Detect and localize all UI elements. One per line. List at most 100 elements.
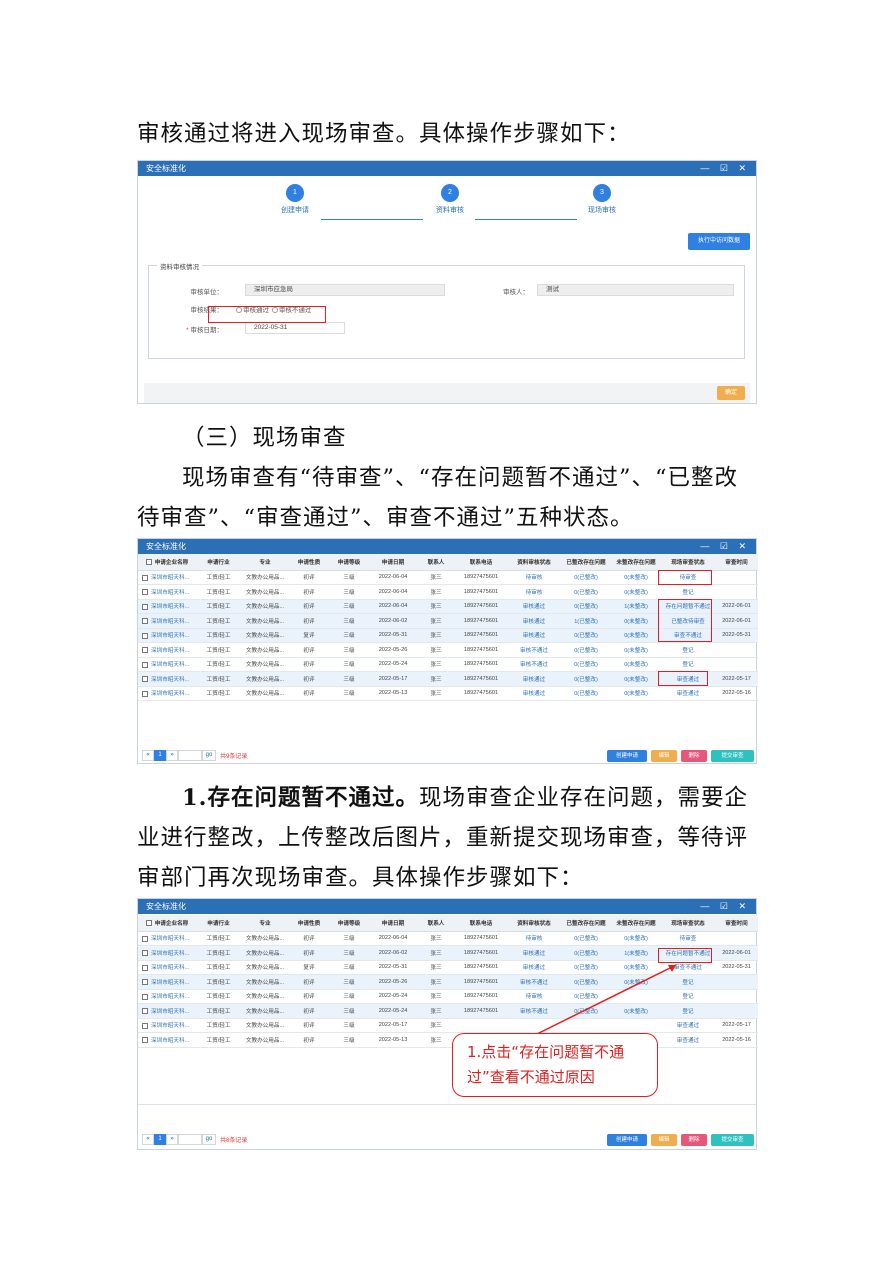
table-cell[interactable]: 审核不通过: [507, 642, 561, 658]
table-cell[interactable]: 0(已整改): [561, 628, 611, 643]
create-button[interactable]: 创建申请: [607, 1134, 647, 1146]
table-cell[interactable]: 审核通过: [507, 686, 561, 701]
auditor-field[interactable]: 测试: [537, 284, 734, 296]
table-row[interactable]: 深圳市昭天科... 工贸/轻工 文教办公用品... 初评 三级 2022-06-04 张三 1…: [138, 584, 758, 600]
table-cell[interactable]: 0(已整改): [561, 599, 611, 614]
row-checkbox[interactable]: [142, 950, 148, 957]
table-row[interactable]: 深圳市昭天科... 工贸/轻工 文教办公用品... 初评 三级 2022-05-24 张三 1…: [138, 657, 758, 672]
pager-input[interactable]: [178, 1133, 202, 1145]
row-checkbox[interactable]: [142, 618, 148, 625]
row-checkbox[interactable]: [142, 964, 148, 971]
table-cell[interactable]: 审核通过: [507, 599, 561, 614]
table-cell[interactable]: 登记: [661, 657, 715, 672]
table-cell[interactable]: 0(已整改): [561, 570, 611, 585]
table-cell[interactable]: 0(未整改): [611, 570, 661, 585]
row-checkbox[interactable]: [142, 661, 148, 668]
step-onsite[interactable]: 3 现场审核: [572, 184, 632, 215]
table-cell[interactable]: 深圳市昭天科...: [138, 599, 196, 614]
pager-next[interactable]: »: [166, 1133, 178, 1145]
table-cell[interactable]: 0(未整改): [611, 931, 661, 946]
step-create[interactable]: 1 创建申请: [265, 184, 325, 215]
table-cell[interactable]: 审核通过: [507, 671, 561, 687]
table-cell[interactable]: 深圳市昭天科...: [138, 931, 196, 946]
table-row[interactable]: 深圳市昭天科... 工贸/轻工 文教办公用品... 初评 三级 2022-06-04 张三 1…: [138, 931, 758, 946]
table-cell[interactable]: 0(未整改): [611, 671, 661, 687]
row-checkbox[interactable]: [142, 993, 148, 1000]
row-checkbox[interactable]: [142, 647, 148, 654]
table-cell[interactable]: 审查通过: [661, 686, 715, 701]
select-all-checkbox[interactable]: [145, 559, 152, 566]
row-checkbox[interactable]: [142, 632, 148, 639]
row-checkbox[interactable]: [142, 690, 148, 697]
edit-button[interactable]: 编辑: [651, 750, 677, 762]
table-cell[interactable]: 深圳市昭天科...: [138, 642, 196, 658]
table-cell[interactable]: 深圳市昭天科...: [138, 570, 196, 585]
unit-field[interactable]: 深圳市应急局: [245, 284, 445, 296]
row-checkbox[interactable]: [142, 1022, 148, 1029]
delete-button[interactable]: 删除: [681, 750, 707, 762]
table-cell[interactable]: 登记: [661, 642, 715, 658]
table-cell[interactable]: 深圳市昭天科...: [138, 974, 196, 990]
table-cell[interactable]: 登记: [661, 584, 715, 600]
table-cell[interactable]: 0(已整改): [561, 642, 611, 658]
table-cell[interactable]: 待审查: [661, 931, 715, 946]
table-cell[interactable]: 1(已整改): [561, 613, 611, 629]
table-cell[interactable]: 深圳市昭天科...: [138, 686, 196, 701]
table-cell[interactable]: 深圳市昭天科...: [138, 960, 196, 975]
table-cell[interactable]: 深圳市昭天科...: [138, 1018, 196, 1033]
ok-button[interactable]: 确定: [717, 386, 745, 400]
table-cell[interactable]: 深圳市昭天科...: [138, 584, 196, 600]
delete-button[interactable]: 删除: [681, 1134, 707, 1146]
table-cell[interactable]: 0(已整改): [561, 584, 611, 600]
window-controls[interactable]: — ☑ ✕: [700, 161, 750, 176]
table-cell[interactable]: 0(已整改): [561, 671, 611, 687]
table-cell[interactable]: 0(未整改): [611, 628, 661, 643]
step-material[interactable]: 2 资料审核: [420, 184, 480, 215]
select-all-checkbox[interactable]: [145, 920, 152, 927]
table-cell[interactable]: 审核通过: [507, 628, 561, 643]
pager-current[interactable]: 1: [154, 1133, 166, 1145]
submit-review-button[interactable]: 提交审查: [711, 750, 754, 762]
table-cell[interactable]: 0(已整改): [561, 931, 611, 946]
pager-go[interactable]: go: [202, 1133, 216, 1145]
create-button[interactable]: 创建申请: [607, 750, 647, 762]
pager-current[interactable]: 1: [154, 749, 166, 761]
table-cell[interactable]: 1(未整改): [611, 599, 661, 614]
submit-review-button[interactable]: 提交审查: [711, 1134, 754, 1146]
table-cell[interactable]: 深圳市昭天科...: [138, 657, 196, 672]
row-checkbox[interactable]: [142, 589, 148, 596]
window-controls[interactable]: — ☑ ✕: [700, 899, 750, 914]
table-cell[interactable]: 审核不通过: [507, 657, 561, 672]
table-cell[interactable]: 审核通过: [507, 613, 561, 629]
table-cell[interactable]: 深圳市昭天科...: [138, 1032, 196, 1048]
table-cell[interactable]: 0(未整改): [611, 642, 661, 658]
table-cell[interactable]: 待审核: [507, 570, 561, 585]
row-checkbox[interactable]: [142, 1037, 148, 1044]
table-cell[interactable]: 深圳市昭天科...: [138, 945, 196, 961]
pager-input[interactable]: [178, 749, 202, 761]
table-cell[interactable]: 待审核: [507, 584, 561, 600]
table-cell[interactable]: 深圳市昭天科...: [138, 989, 196, 1004]
row-checkbox[interactable]: [142, 676, 148, 683]
table-cell[interactable]: 深圳市昭天科...: [138, 613, 196, 629]
date-field[interactable]: 2022-05-31: [245, 322, 345, 334]
table-cell[interactable]: 深圳市昭天科...: [138, 628, 196, 643]
table-cell[interactable]: 0(未整改): [611, 613, 661, 629]
table-cell[interactable]: 0(已整改): [561, 686, 611, 701]
row-checkbox[interactable]: [142, 1008, 148, 1015]
row-checkbox[interactable]: [142, 935, 148, 942]
table-cell[interactable]: 待审核: [507, 931, 561, 946]
edit-button[interactable]: 编辑: [651, 1134, 677, 1146]
table-cell[interactable]: 0(已整改): [561, 657, 611, 672]
pager-go[interactable]: go: [202, 749, 216, 761]
table-row[interactable]: 深圳市昭天科... 工贸/轻工 文教办公用品... 初评 三级 2022-05-26 张三 1…: [138, 642, 758, 658]
pager-prev[interactable]: «: [142, 1133, 154, 1145]
view-data-button[interactable]: 执行中访问数据: [688, 233, 750, 250]
row-checkbox[interactable]: [142, 979, 148, 986]
table-row[interactable]: 深圳市昭天科... 工贸/轻工 文教办公用品... 初评 三级 2022-05-13 张三 1…: [138, 686, 758, 701]
table-cell[interactable]: 0(未整改): [611, 686, 661, 701]
pager-prev[interactable]: «: [142, 749, 154, 761]
table-cell[interactable]: 深圳市昭天科...: [138, 671, 196, 687]
row-checkbox[interactable]: [142, 574, 148, 581]
table-cell[interactable]: 0(未整改): [611, 657, 661, 672]
